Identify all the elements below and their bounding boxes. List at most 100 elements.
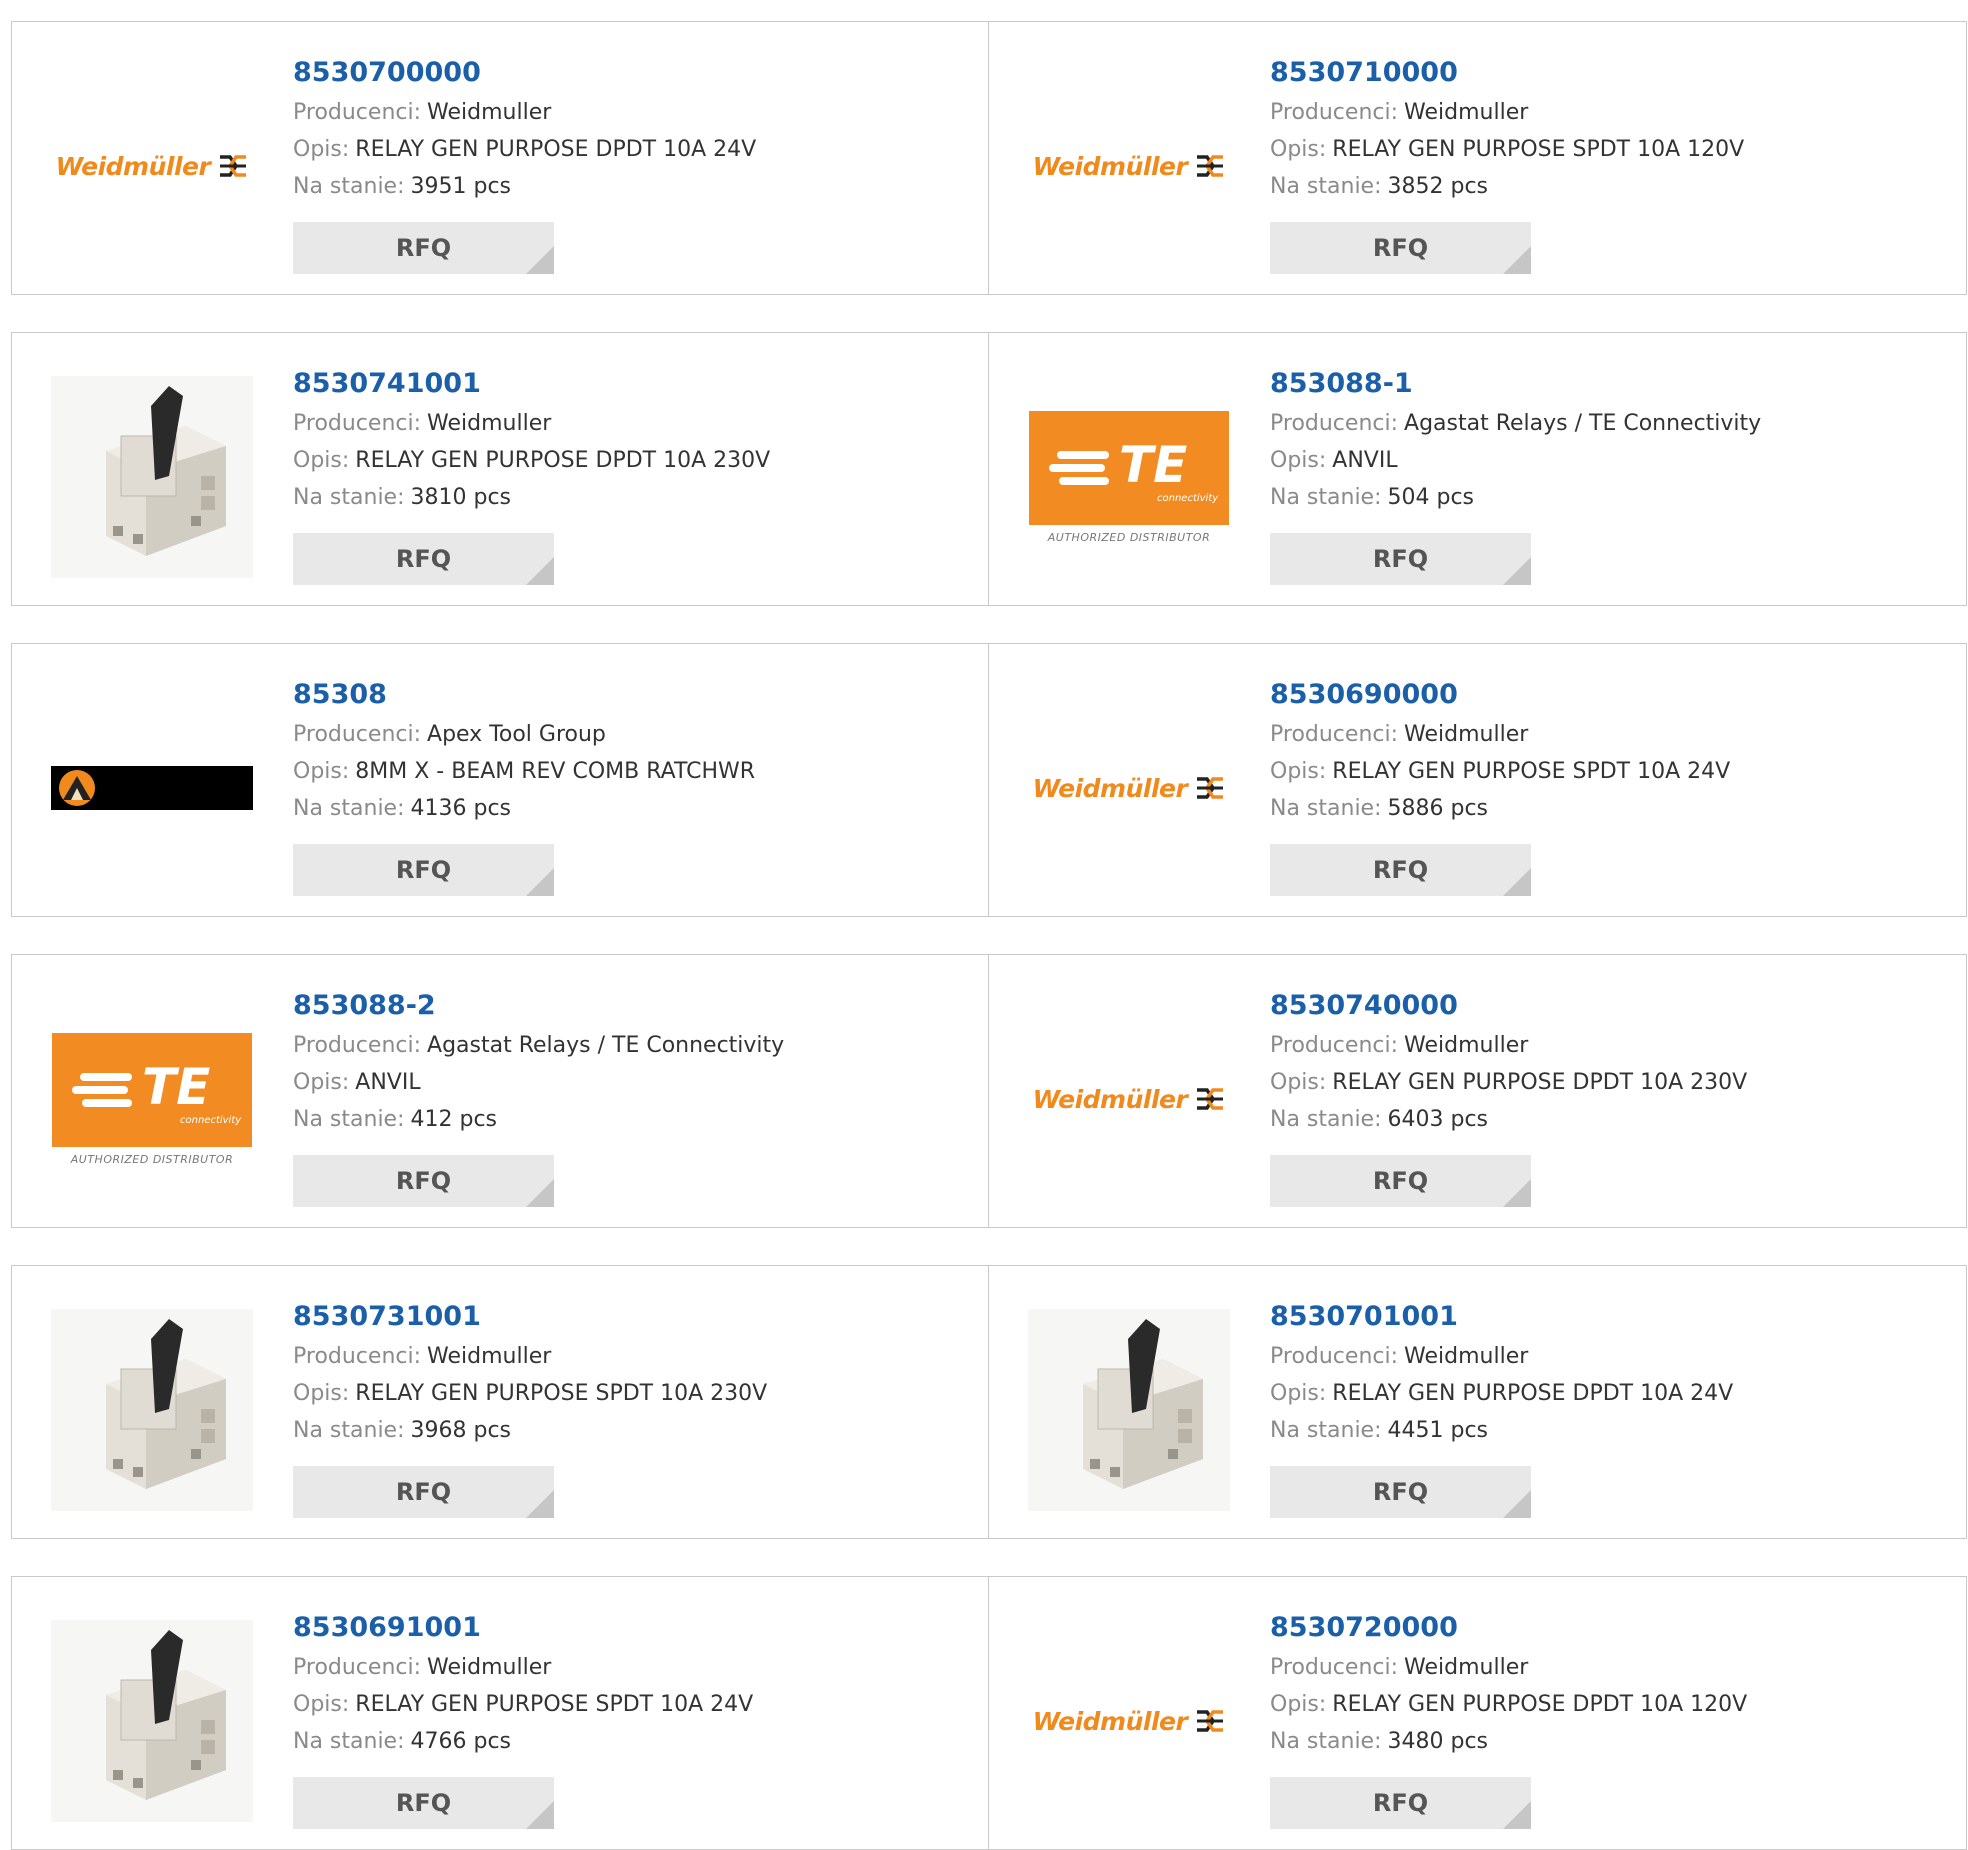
weidmuller-logo-text: Weidmüller [1032,773,1188,803]
product-image[interactable]: Weidmüller [1028,1620,1230,1822]
weidmuller-logo: Weidmüller [1033,774,1226,803]
weidmuller-cross-icon [1197,155,1224,177]
description-value: ANVIL [355,1070,421,1095]
rfq-button-label: RFQ [1372,545,1429,573]
stock-label: Na stanie: [293,1418,405,1443]
manufacturer-label: Producenci: [1270,1655,1399,1680]
part-number-link[interactable]: 85308 [293,674,755,716]
description-label: Opis: [1270,759,1327,784]
stock-row: Na stanie: 4136 pcs [293,790,755,827]
description-value: RELAY GEN PURPOSE DPDT 10A 24V [1332,1381,1734,1406]
weidmuller-logo-text: Weidmüller [1032,1084,1188,1114]
rfq-button[interactable]: RFQ [293,533,554,585]
product-image[interactable]: TE connectivity AUTHORIZED DISTRIBUTOR [51,998,253,1200]
stock-row: Na stanie: 5886 pcs [1270,790,1730,827]
part-number-link[interactable]: 8530701001 [1270,1296,1733,1338]
description-value: ANVIL [1332,448,1398,473]
te-logo-text: TE [142,1057,211,1116]
part-number-link[interactable]: 8530710000 [1270,52,1744,94]
apex-mark-icon [59,770,95,806]
manufacturer-label: Producenci: [1270,411,1399,436]
part-number-link[interactable]: 8530740000 [1270,985,1747,1027]
description-value: RELAY GEN PURPOSE SPDT 10A 120V [1332,137,1745,162]
product-image[interactable]: Weidmüller [1028,998,1230,1200]
stock-label: Na stanie: [1270,796,1382,821]
description-row: Opis: ANVIL [1270,442,1761,479]
product-card: 8530701001 Producenci: Weidmuller Opis: RELA… [989,1265,1967,1539]
rfq-corner-decoration [1503,557,1531,585]
rfq-button[interactable]: RFQ [293,1777,554,1829]
weidmuller-logo: Weidmüller [1033,1707,1226,1736]
rfq-button[interactable]: RFQ [293,844,554,896]
product-image[interactable]: Weidmüller [51,65,253,267]
manufacturer-value: Weidmuller [427,100,552,125]
stock-label: Na stanie: [1270,1107,1382,1132]
te-logo-subtext: connectivity [1157,492,1219,504]
relay-product-photo [51,1620,253,1822]
rfq-corner-decoration [1503,246,1531,274]
product-image[interactable] [51,1309,253,1511]
weidmuller-logo: Weidmüller [56,152,249,181]
rfq-button[interactable]: RFQ [1270,1466,1531,1518]
product-image[interactable]: Weidmüller [1028,687,1230,889]
rfq-button[interactable]: RFQ [1270,1155,1531,1207]
product-image[interactable] [1028,1309,1230,1511]
weidmuller-logo: Weidmüller [1033,1085,1226,1114]
stock-label: Na stanie: [1270,174,1382,199]
product-info: 853088-2 Producenci: Agastat Relays / TE C… [293,985,784,1138]
rfq-button[interactable]: RFQ [293,222,554,274]
manufacturer-value: Agastat Relays / TE Connectivity [427,1033,785,1058]
description-row: Opis: RELAY GEN PURPOSE DPDT 10A 230V [293,442,770,479]
te-logo-box: TE connectivity [1029,410,1229,525]
part-number-link[interactable]: 8530731001 [293,1296,767,1338]
product-image[interactable] [51,687,253,889]
description-row: Opis: RELAY GEN PURPOSE DPDT 10A 24V [1270,1375,1733,1412]
manufacturer-row: Producenci: Weidmuller [1270,1027,1747,1064]
description-value: RELAY GEN PURPOSE SPDT 10A 24V [1332,759,1731,784]
stock-value: 3480 pcs [1387,1729,1489,1754]
description-value: 8MM X - BEAM REV COMB RATCHWR [355,759,756,784]
rfq-corner-decoration [1503,1179,1531,1207]
product-card: Weidmüller 8530690000 Producenci: Weidmulle… [989,643,1967,917]
product-image[interactable]: Weidmüller [1028,65,1230,267]
description-label: Opis: [1270,448,1327,473]
description-label: Opis: [1270,1692,1327,1717]
manufacturer-value: Weidmuller [427,411,552,436]
description-label: Opis: [1270,1381,1327,1406]
part-number-link[interactable]: 8530691001 [293,1607,753,1649]
authorized-distributor-text: AUTHORIZED DISTRIBUTOR [70,1152,234,1166]
description-value: RELAY GEN PURPOSE DPDT 10A 230V [1332,1070,1748,1095]
rfq-button[interactable]: RFQ [1270,222,1531,274]
weidmuller-logo-text: Weidmüller [1032,151,1188,181]
part-number-link[interactable]: 853088-1 [1270,363,1761,405]
product-card: 8530731001 Producenci: Weidmuller Opis: RELA… [11,1265,989,1539]
part-number-link[interactable]: 8530690000 [1270,674,1730,716]
product-image[interactable] [51,376,253,578]
product-image[interactable]: TE connectivity AUTHORIZED DISTRIBUTOR [1028,376,1230,578]
part-number-link[interactable]: 8530741001 [293,363,770,405]
weidmuller-cross-icon [220,155,247,177]
weidmuller-logo: Weidmüller [1033,152,1226,181]
product-card: Weidmüller 8530710000 Producenci: Weidmulle… [989,21,1967,295]
rfq-corner-decoration [1503,1490,1531,1518]
product-image[interactable] [51,1620,253,1822]
part-number-link[interactable]: 8530720000 [1270,1607,1747,1649]
rfq-button[interactable]: RFQ [1270,1777,1531,1829]
weidmuller-cross-icon [1197,1710,1224,1732]
authorized-distributor-text: AUTHORIZED DISTRIBUTOR [1047,530,1211,544]
rfq-button[interactable]: RFQ [293,1466,554,1518]
rfq-button[interactable]: RFQ [1270,533,1531,585]
te-logo-subtext: connectivity [180,1114,242,1126]
manufacturer-label: Producenci: [293,1655,422,1680]
part-number-link[interactable]: 853088-2 [293,985,784,1027]
manufacturer-label: Producenci: [1270,1033,1399,1058]
part-number-link[interactable]: 8530700000 [293,52,756,94]
stock-value: 412 pcs [410,1107,498,1132]
stock-label: Na stanie: [293,174,405,199]
description-row: Opis: RELAY GEN PURPOSE DPDT 10A 120V [1270,1686,1747,1723]
manufacturer-row: Producenci: Weidmuller [293,1338,767,1375]
manufacturer-value: Weidmuller [1404,1033,1529,1058]
rfq-button[interactable]: RFQ [1270,844,1531,896]
rfq-button[interactable]: RFQ [293,1155,554,1207]
manufacturer-row: Producenci: Weidmuller [1270,94,1744,131]
